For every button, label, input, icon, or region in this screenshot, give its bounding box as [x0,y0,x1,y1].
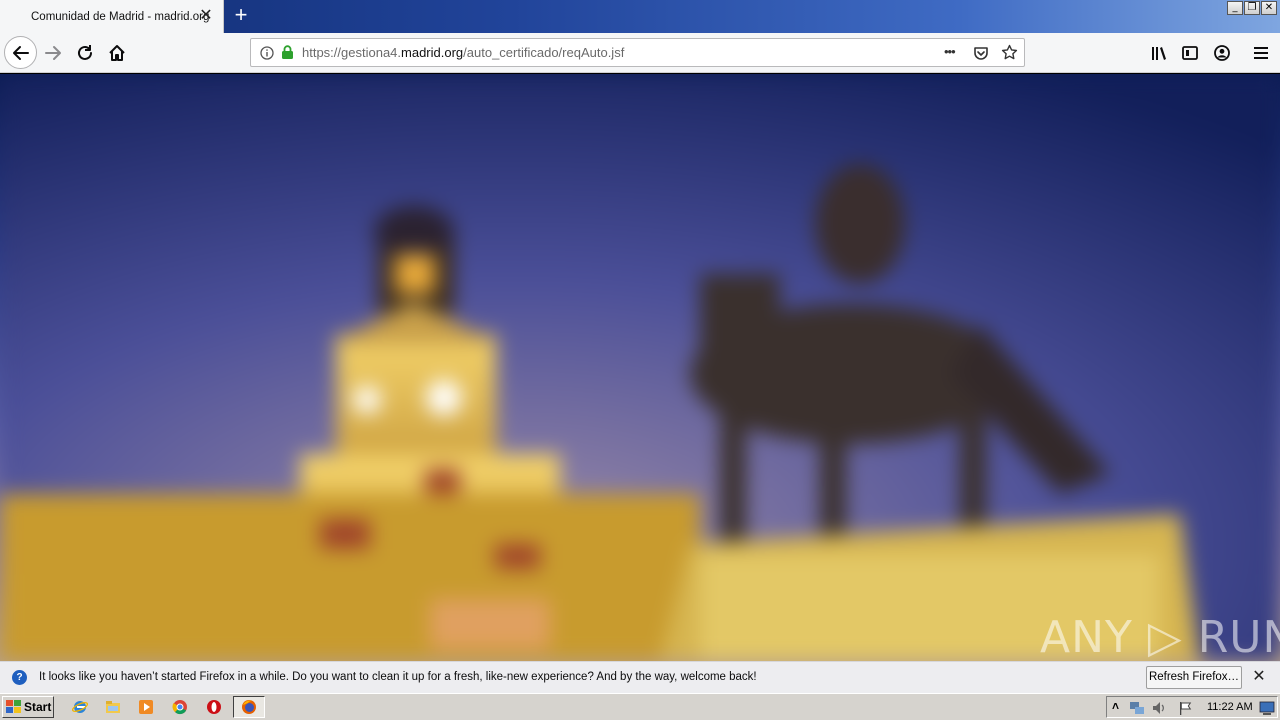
anyrun-watermark: ANY ▷ RUN [1040,612,1280,661]
tray-expand-button[interactable]: ˄ [1112,699,1119,713]
firefox-icon [242,700,256,714]
opera-icon [207,700,221,714]
page-content: ANY ▷ RUN [0,74,1280,661]
url-host: madrid.org [401,45,464,60]
start-button[interactable]: Start [2,696,54,718]
desktop-icon[interactable] [1259,700,1275,716]
explorer-icon [106,701,120,713]
sidebar-icon[interactable] [1181,44,1199,62]
media-player-quicklaunch[interactable] [136,697,156,717]
reload-icon [78,45,92,60]
account-icon[interactable] [1213,44,1231,62]
navigation-toolbar: https://gestiona4.madrid.org/auto_certif… [0,33,1280,73]
page-actions-button[interactable]: ••• [944,44,956,59]
refresh-firefox-button[interactable]: Refresh Firefox… [1146,666,1242,689]
url-path: /auto_certificado/reqAuto.jsf [463,45,625,60]
url-bar[interactable]: https://gestiona4.madrid.org/auto_certif… [250,38,1025,67]
notification-bar: ? It looks like you haven’t started Fire… [0,661,1280,693]
forward-button[interactable] [37,37,69,69]
blurred-background-image [0,74,1280,661]
new-tab-button[interactable]: + [229,4,253,28]
flag-icon[interactable] [1177,700,1193,716]
opera-quicklaunch[interactable] [204,697,224,717]
start-label: Start [24,700,52,714]
system-tray: ˄ 11:22 AM [1106,696,1278,718]
taskbar: Start ˄ 11:22 AM [0,693,1280,720]
back-button[interactable] [4,36,37,69]
chrome-icon [172,700,187,715]
ie-icon [72,701,88,713]
chrome-quicklaunch[interactable] [170,697,190,717]
pocket-icon[interactable] [973,45,989,61]
firefox-taskbar-button[interactable] [233,696,265,718]
bookmark-star-icon[interactable] [1001,44,1018,61]
windows-logo-icon [6,700,21,713]
home-button[interactable] [101,37,133,69]
reload-button[interactable] [69,37,101,69]
info-icon[interactable] [260,46,274,60]
explorer-quicklaunch[interactable] [103,697,123,717]
close-window-button[interactable]: ✕ [1261,1,1277,15]
url-prefix: https://gestiona4. [302,45,402,60]
tab-close-button[interactable]: ✕ [197,7,215,25]
minimize-button[interactable]: _ [1227,1,1243,15]
back-arrow-icon [12,45,29,60]
notification-close-button[interactable]: ✕ [1250,668,1268,686]
restore-button[interactable]: ❐ [1244,1,1260,15]
clock[interactable]: 11:22 AM [1207,701,1253,713]
tab-active[interactable]: Comunidad de Madrid - madrid.org ✕ [0,0,224,33]
network-icon[interactable] [1129,700,1145,716]
tab-title: Comunidad de Madrid - madrid.org [31,10,210,23]
url-text[interactable]: https://gestiona4.madrid.org/auto_certif… [302,45,624,60]
lock-icon[interactable] [281,45,294,60]
menu-icon[interactable] [1252,44,1270,62]
forward-arrow-icon [45,46,61,60]
ie-quicklaunch[interactable] [70,697,90,717]
library-icon[interactable] [1150,44,1168,62]
info-question-icon: ? [12,670,27,685]
title-bar: Comunidad de Madrid - madrid.org ✕ + _ ❐… [0,0,1280,33]
media-player-icon [139,700,153,714]
notification-message: It looks like you haven’t started Firefo… [39,671,757,683]
volume-icon[interactable] [1151,700,1167,716]
home-icon [109,45,125,61]
